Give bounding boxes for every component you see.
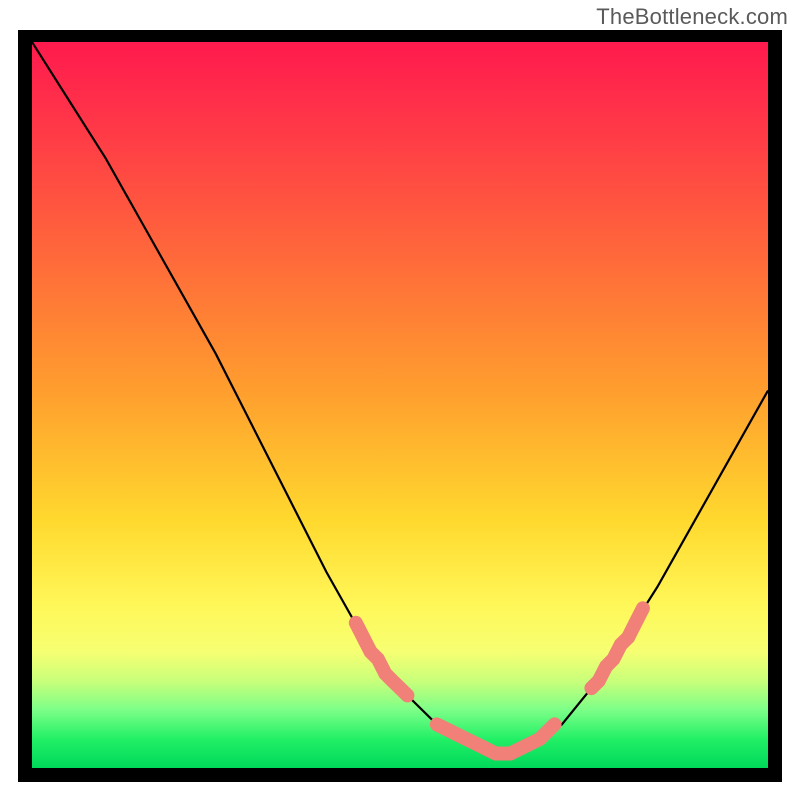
bottleneck-curve xyxy=(32,42,768,754)
highlight-segment-1 xyxy=(437,724,555,753)
highlight-segment-2 xyxy=(591,608,643,688)
highlight-group xyxy=(356,608,643,753)
chart-plot-area xyxy=(32,42,768,768)
watermark-text: TheBottleneck.com xyxy=(596,4,788,30)
highlight-segment-0 xyxy=(356,623,408,696)
chart-frame xyxy=(18,30,782,782)
chart-overlay xyxy=(32,42,768,768)
chart-stage: TheBottleneck.com xyxy=(0,0,800,800)
